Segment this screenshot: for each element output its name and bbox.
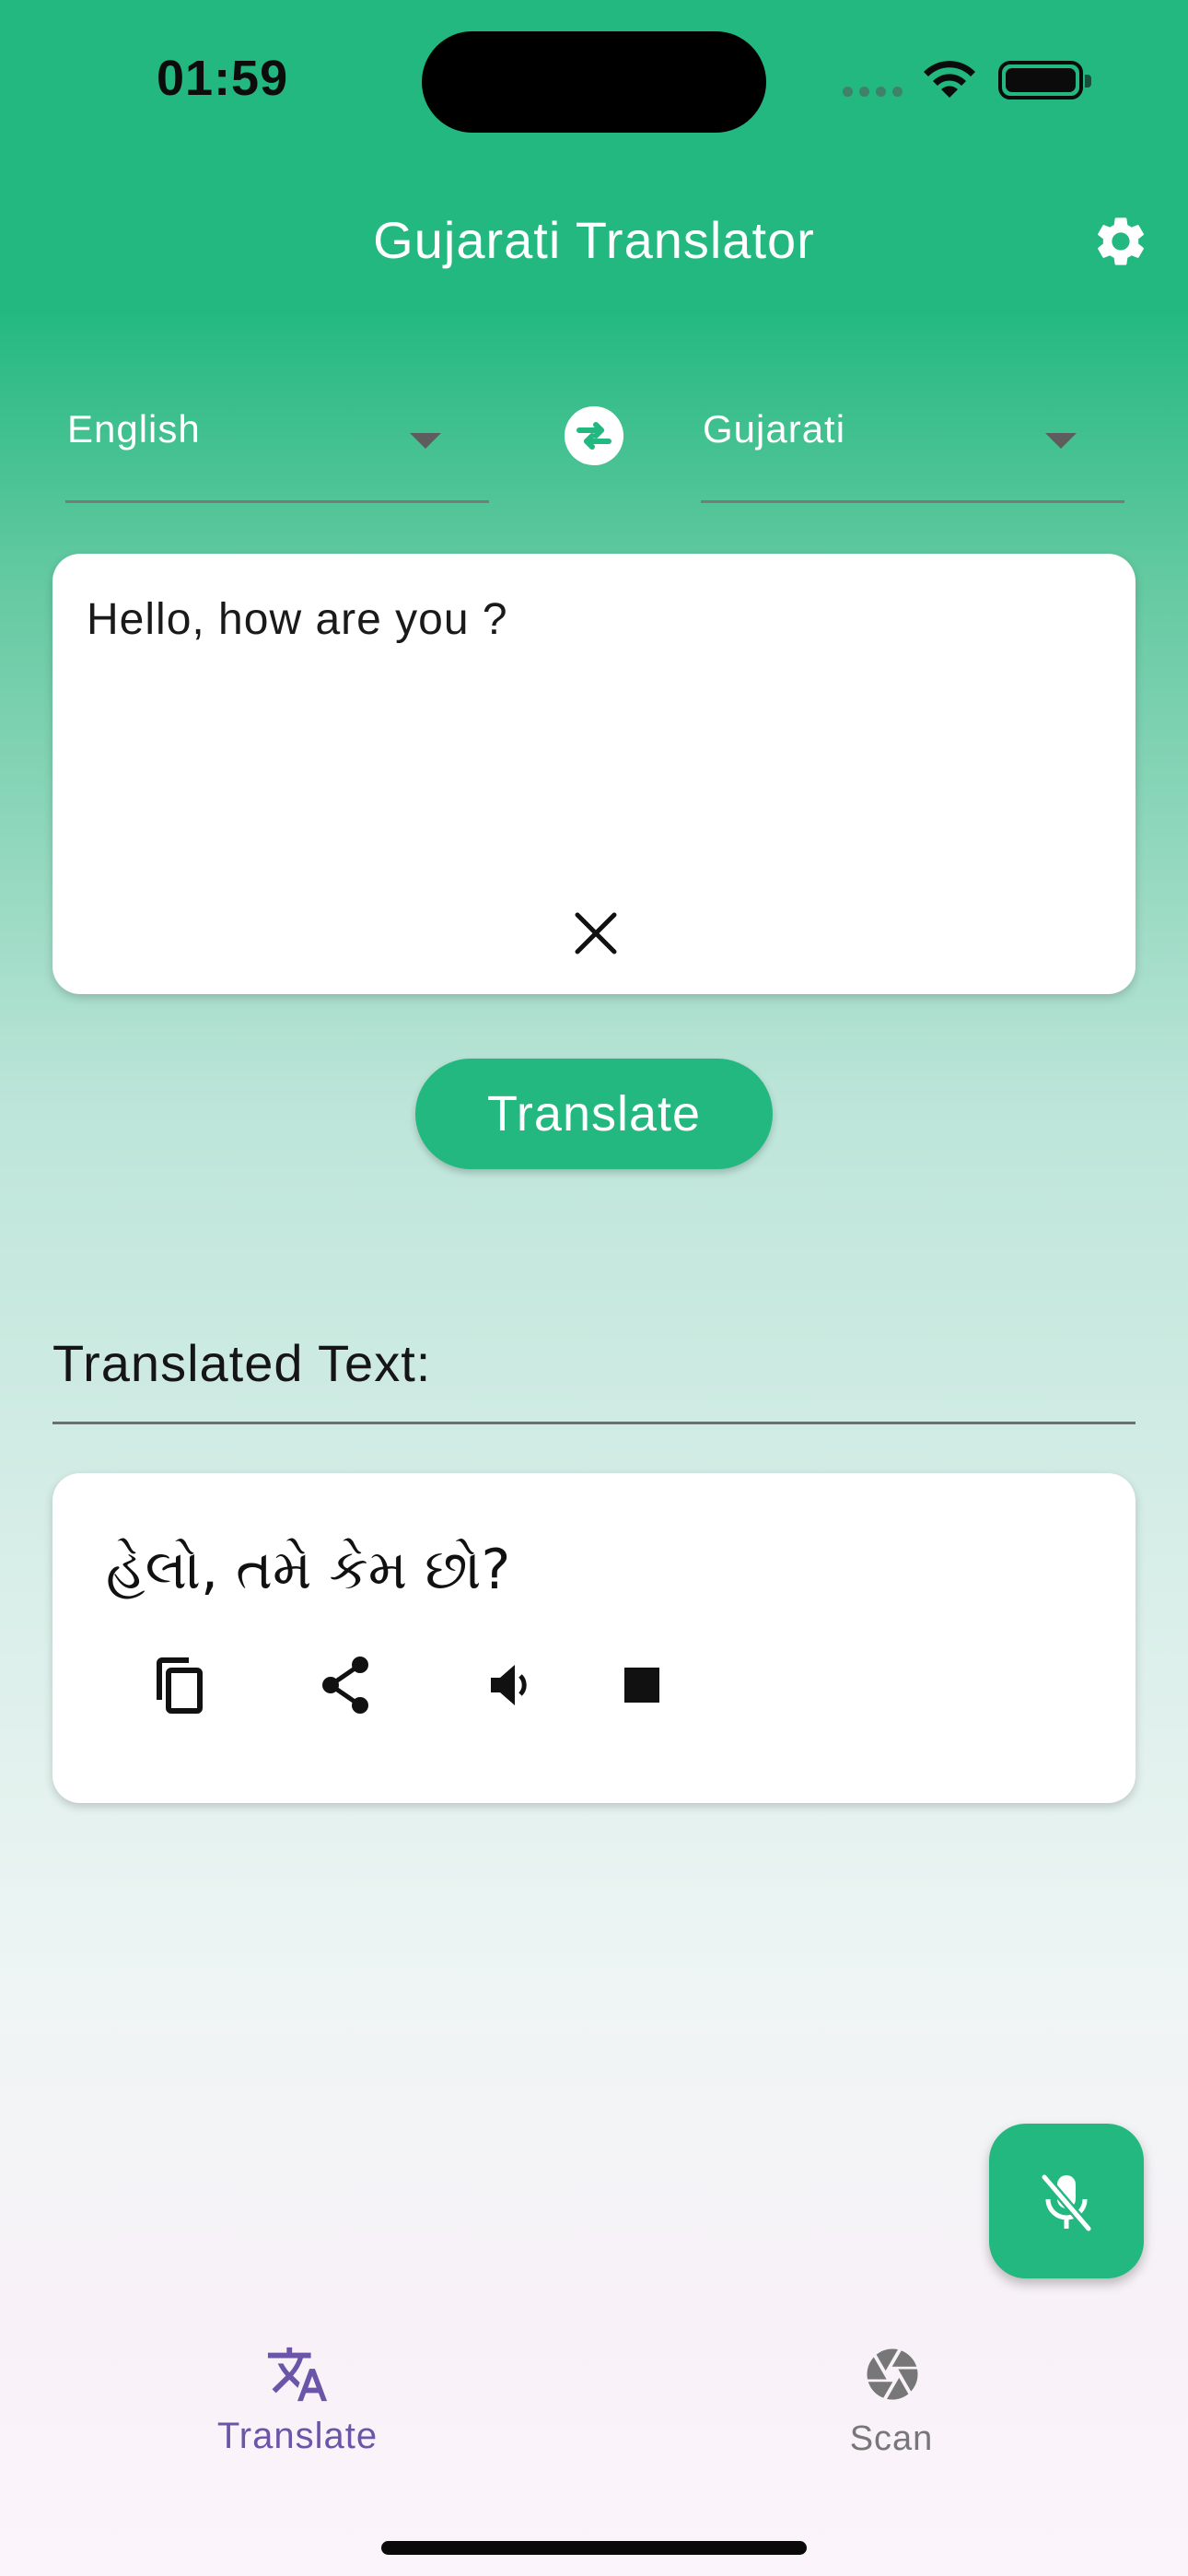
target-language-label: Gujarati	[703, 407, 846, 451]
translate-button[interactable]: Translate	[415, 1059, 773, 1169]
target-language-dropdown[interactable]: Gujarati	[701, 396, 1124, 503]
translated-section-title: Translated Text:	[52, 1334, 432, 1392]
nav-translate[interactable]: Translate	[159, 2329, 436, 2476]
mic-off-icon	[1041, 2173, 1092, 2232]
dynamic-island	[422, 31, 766, 133]
share-icon[interactable]	[310, 1650, 380, 1720]
source-language-label: English	[67, 407, 201, 451]
chevron-down-icon	[1045, 433, 1077, 449]
source-language-dropdown[interactable]: English	[65, 396, 489, 503]
page-title: Gujarati Translator	[373, 211, 815, 269]
output-card: હેલો, તમે કેમ છો?	[52, 1473, 1136, 1803]
cellular-signal-icon	[843, 87, 903, 98]
source-text-input[interactable]: Hello, how are you ?	[87, 594, 1007, 645]
nav-scan[interactable]: Scan	[753, 2329, 1030, 2476]
status-time: 01:59	[157, 51, 289, 106]
swap-languages-icon[interactable]	[565, 406, 623, 465]
battery-icon	[998, 61, 1091, 100]
nav-label: Scan	[849, 2419, 934, 2458]
home-indicator	[381, 2541, 807, 2555]
translated-text: હેલો, તમે કેમ છો?	[106, 1538, 511, 1602]
translate-icon	[267, 2347, 328, 2402]
camera-aperture-icon	[867, 2348, 918, 2400]
stop-icon[interactable]	[607, 1650, 677, 1720]
copy-icon[interactable]	[145, 1650, 215, 1720]
speaker-icon[interactable]	[476, 1650, 546, 1720]
nav-label: Translate	[216, 2416, 379, 2456]
microphone-button[interactable]	[989, 2124, 1144, 2278]
close-icon[interactable]	[570, 907, 622, 959]
chevron-down-icon	[410, 433, 441, 449]
wifi-icon	[924, 61, 975, 98]
divider	[52, 1422, 1136, 1424]
gear-icon[interactable]	[1091, 212, 1150, 271]
